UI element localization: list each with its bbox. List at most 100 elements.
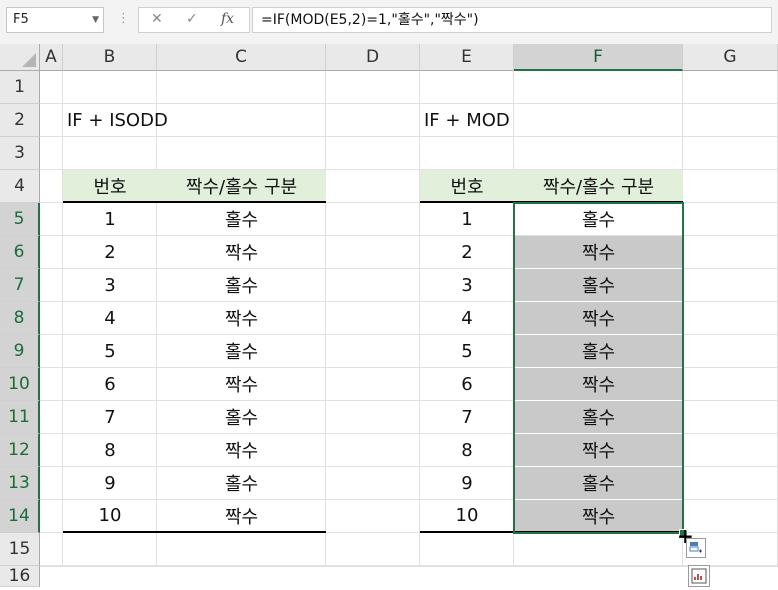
- cell-e16[interactable]: [420, 566, 514, 567]
- cell-f15[interactable]: [514, 533, 683, 566]
- cell-a1[interactable]: [40, 71, 63, 104]
- right-table-number-cell[interactable]: 4: [420, 302, 514, 335]
- row-header-4[interactable]: 4: [0, 170, 40, 203]
- right-table-number-cell[interactable]: 10: [420, 500, 514, 533]
- cell-f16[interactable]: [514, 566, 683, 567]
- cell-d12[interactable]: [326, 434, 420, 467]
- cell-d2[interactable]: [326, 104, 420, 137]
- right-table-number-cell[interactable]: 7: [420, 401, 514, 434]
- cell-a2[interactable]: [40, 104, 63, 137]
- row-header-2[interactable]: 2: [0, 104, 40, 137]
- cell-g2[interactable]: [683, 104, 778, 137]
- row-header-13[interactable]: 13: [0, 467, 40, 500]
- cell-g10[interactable]: [683, 368, 778, 401]
- column-header-e[interactable]: E: [420, 44, 514, 71]
- cell-a6[interactable]: [40, 236, 63, 269]
- name-box[interactable]: F5 ▼: [6, 7, 104, 33]
- cell-b1[interactable]: [63, 71, 157, 104]
- quick-analysis-icon[interactable]: [688, 565, 710, 587]
- left-table-number-cell[interactable]: 6: [63, 368, 157, 401]
- right-table-number-cell[interactable]: 9: [420, 467, 514, 500]
- cell-g5[interactable]: [683, 203, 778, 236]
- cell-g13[interactable]: [683, 467, 778, 500]
- cell-a10[interactable]: [40, 368, 63, 401]
- column-header-a[interactable]: A: [40, 44, 63, 71]
- cell-d10[interactable]: [326, 368, 420, 401]
- cell-d8[interactable]: [326, 302, 420, 335]
- cell-d16[interactable]: [326, 566, 420, 567]
- cell-g1[interactable]: [683, 71, 778, 104]
- cell-a3[interactable]: [40, 137, 63, 170]
- cell-a7[interactable]: [40, 269, 63, 302]
- column-header-c[interactable]: C: [157, 44, 326, 71]
- cell-e1[interactable]: [420, 71, 514, 104]
- cell-a5[interactable]: [40, 203, 63, 236]
- row-header-9[interactable]: 9: [0, 335, 40, 368]
- cell-g11[interactable]: [683, 401, 778, 434]
- cell-d14[interactable]: [326, 500, 420, 533]
- left-table-number-cell[interactable]: 8: [63, 434, 157, 467]
- cancel-icon[interactable]: ✕: [151, 11, 163, 27]
- right-table-parity-cell[interactable]: 홀수: [514, 467, 683, 500]
- left-table-parity-cell[interactable]: 홀수: [157, 401, 326, 434]
- right-table-number-cell[interactable]: 3: [420, 269, 514, 302]
- left-table-parity-cell[interactable]: 홀수: [157, 467, 326, 500]
- cell-g7[interactable]: [683, 269, 778, 302]
- cell-d4[interactable]: [326, 170, 420, 203]
- left-table-parity-cell[interactable]: 짝수: [157, 500, 326, 533]
- right-table-parity-cell[interactable]: 짝수: [514, 302, 683, 335]
- row-header-15[interactable]: 15: [0, 533, 40, 566]
- left-table-number-cell[interactable]: 7: [63, 401, 157, 434]
- cell-g6[interactable]: [683, 236, 778, 269]
- left-table-parity-cell[interactable]: 짝수: [157, 368, 326, 401]
- right-table-parity-cell[interactable]: 짝수: [514, 434, 683, 467]
- row-header-8[interactable]: 8: [0, 302, 40, 335]
- cell-b3[interactable]: [63, 137, 157, 170]
- row-header-14[interactable]: 14: [0, 500, 40, 533]
- cell-d3[interactable]: [326, 137, 420, 170]
- right-table-number-cell[interactable]: 1: [420, 203, 514, 236]
- column-header-b[interactable]: B: [63, 44, 157, 71]
- cell-a14[interactable]: [40, 500, 63, 533]
- cell-a15[interactable]: [40, 533, 63, 566]
- right-table-number-cell[interactable]: 5: [420, 335, 514, 368]
- left-table-parity-cell[interactable]: 짝수: [157, 302, 326, 335]
- cell-d13[interactable]: [326, 467, 420, 500]
- cell-a11[interactable]: [40, 401, 63, 434]
- row-header-10[interactable]: 10: [0, 368, 40, 401]
- column-header-f[interactable]: F: [514, 44, 683, 71]
- left-table-number-cell[interactable]: 4: [63, 302, 157, 335]
- cell-a4[interactable]: [40, 170, 63, 203]
- cell-g4[interactable]: [683, 170, 778, 203]
- cell-g12[interactable]: [683, 434, 778, 467]
- chevron-down-icon[interactable]: ▼: [92, 8, 99, 32]
- right-table-number-cell[interactable]: 8: [420, 434, 514, 467]
- left-table-parity-cell[interactable]: 홀수: [157, 335, 326, 368]
- cell-d1[interactable]: [326, 71, 420, 104]
- cell-d9[interactable]: [326, 335, 420, 368]
- right-table-number-cell[interactable]: 2: [420, 236, 514, 269]
- left-table-parity-cell[interactable]: 홀수: [157, 203, 326, 236]
- enter-icon[interactable]: ✓: [186, 11, 198, 27]
- right-table-parity-cell[interactable]: 홀수: [514, 335, 683, 368]
- cell-d7[interactable]: [326, 269, 420, 302]
- left-table-number-cell[interactable]: 9: [63, 467, 157, 500]
- cell-b16[interactable]: [63, 566, 157, 567]
- cell-g8[interactable]: [683, 302, 778, 335]
- cell-d6[interactable]: [326, 236, 420, 269]
- cell-c15[interactable]: [157, 533, 326, 566]
- cell-f3[interactable]: [514, 137, 683, 170]
- more-options-icon[interactable]: ⋮: [117, 11, 130, 26]
- cell-g14[interactable]: [683, 500, 778, 533]
- select-all-corner[interactable]: [0, 44, 40, 71]
- row-header-16[interactable]: 16: [0, 566, 40, 587]
- row-header-11[interactable]: 11: [0, 401, 40, 434]
- left-table-number-cell[interactable]: 3: [63, 269, 157, 302]
- cell-b15[interactable]: [63, 533, 157, 566]
- cell-a13[interactable]: [40, 467, 63, 500]
- right-table-parity-cell[interactable]: 홀수: [514, 401, 683, 434]
- cell-c16[interactable]: [157, 566, 326, 567]
- left-table-number-cell[interactable]: 2: [63, 236, 157, 269]
- column-header-d[interactable]: D: [326, 44, 420, 71]
- cell-a9[interactable]: [40, 335, 63, 368]
